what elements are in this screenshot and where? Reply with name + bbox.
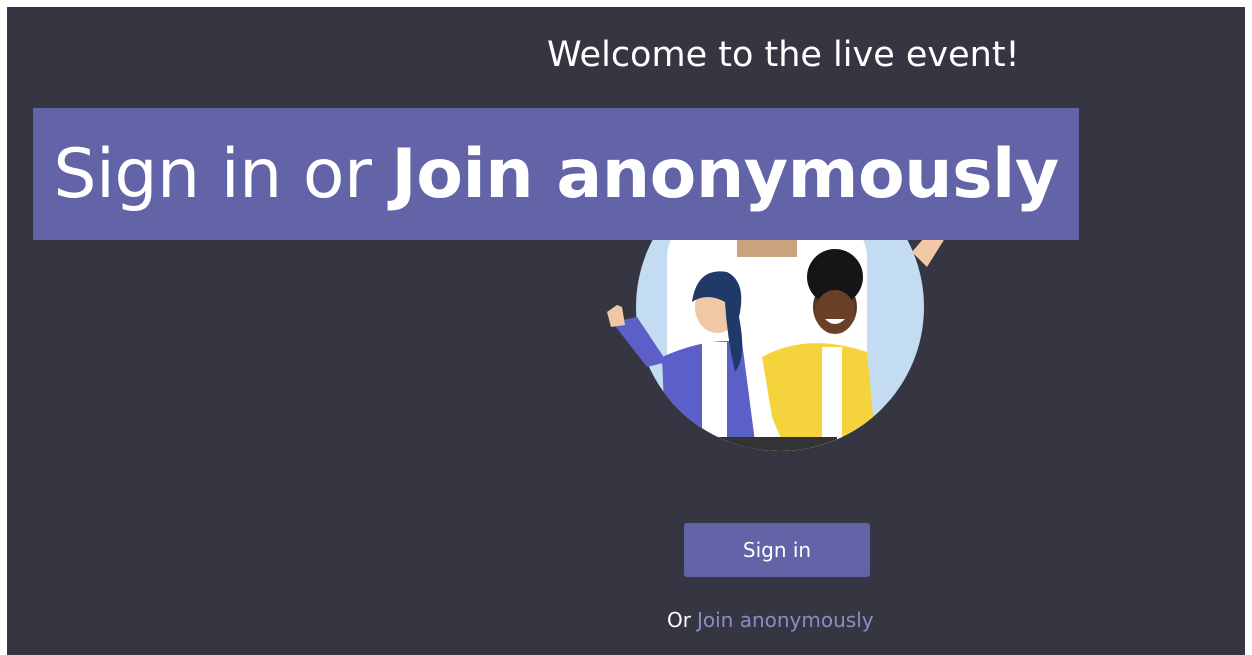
- welcome-heading: Welcome to the live event!: [547, 35, 1020, 75]
- banner-sign-in-text: Sign in or: [53, 134, 372, 214]
- join-anonymously-link[interactable]: Join anonymously: [697, 608, 874, 632]
- live-event-window: Welcome to the live event! Sign in or Jo…: [7, 7, 1245, 655]
- sign-in-button[interactable]: Sign in: [684, 523, 870, 577]
- banner-join-text: Join anonymously: [391, 134, 1059, 214]
- sign-in-or-join-banner: Sign in or Join anonymously: [33, 108, 1079, 240]
- or-text: Or: [667, 608, 691, 632]
- join-anonymously-line: Or Join anonymously: [7, 608, 1245, 632]
